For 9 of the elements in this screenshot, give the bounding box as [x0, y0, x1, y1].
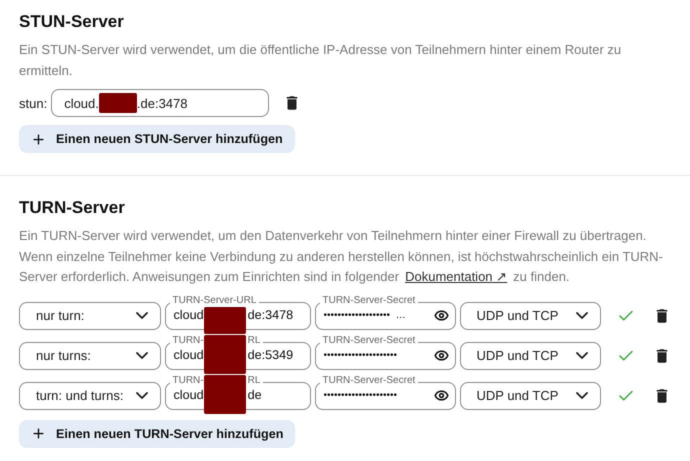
description: Ein TURN-Server wird verwendet, um den Datenverkehr von Teilnehmern hinter einer Firewall zu übertragen. Wenn einzelne Teilnehmer keine Verbindung zu anderen herstellen können, ist höchstwahrscheinlich ein TURN-Server erforderlich. Anweisungen zum Einrichten sind in folgender Dokumentation ↗ zu finden. [19, 227, 664, 286]
section-title: STUN-Server [19, 12, 125, 32]
field-label: TURN-Server-URL [170, 294, 260, 306]
field-label: TURN-Server-Secret [320, 374, 418, 386]
field-label: TURN-Server-Secret [320, 294, 418, 306]
description: Ein STUN-Server wird verwendet, um die öffentliche IP-Adresse von Teilnehmern hinter einem Router zu ermitteln. [19, 41, 622, 80]
field-label: TURN-Server-Secret [320, 334, 418, 346]
section-title: TURN-Server [19, 198, 126, 218]
field-label: stun: [19, 96, 48, 110]
